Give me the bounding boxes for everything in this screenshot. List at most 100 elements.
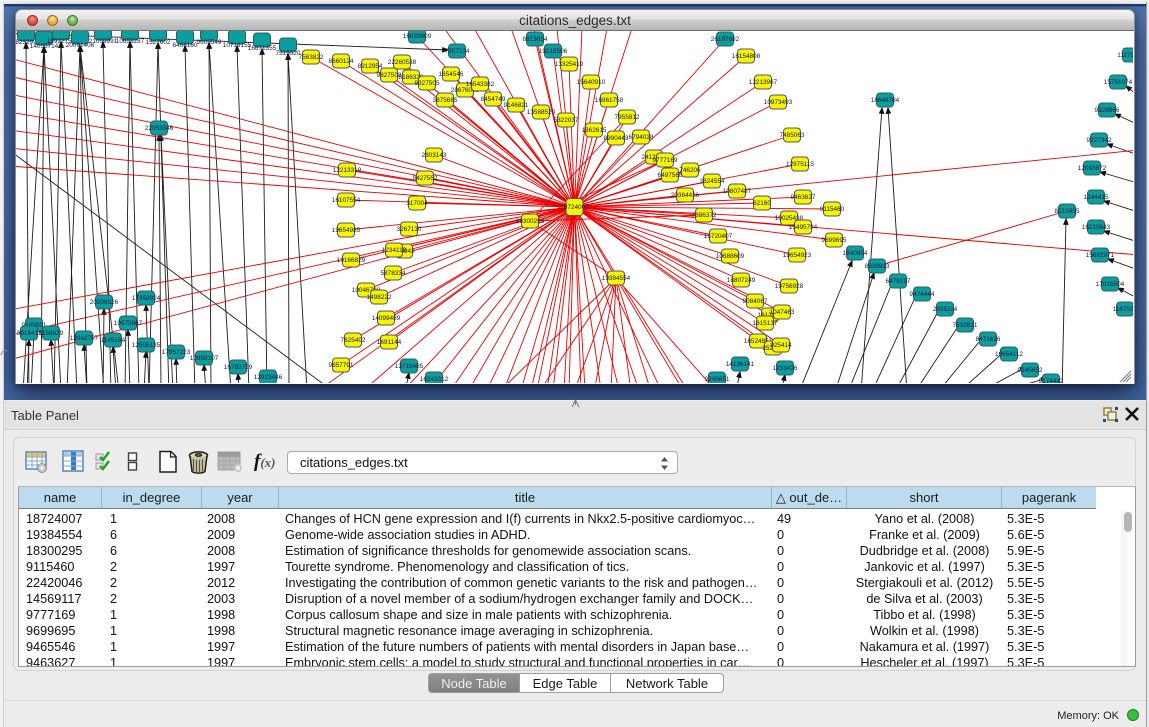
svg-text:19166829: 19166829: [337, 257, 366, 264]
svg-text:1691144: 1691144: [377, 339, 402, 346]
svg-text:13325419: 13325419: [555, 61, 584, 68]
svg-text:13716485: 13716485: [395, 363, 424, 370]
svg-text:5878334: 5878334: [381, 270, 406, 277]
svg-text:16782759: 16782759: [224, 364, 253, 371]
svg-text:12093872: 12093872: [1078, 165, 1107, 172]
svg-text:2803143: 2803143: [422, 152, 447, 159]
svg-text:1362615: 1362615: [582, 127, 607, 134]
svg-text:12942757: 12942757: [70, 335, 99, 342]
svg-text:12923446: 12923446: [254, 374, 283, 381]
svg-text:15720407: 15720407: [704, 233, 733, 240]
svg-text:13588520: 13588520: [527, 109, 556, 116]
svg-text:8990443: 8990443: [604, 135, 629, 142]
svg-text:16671355: 16671355: [248, 45, 277, 52]
svg-text:10688609: 10688609: [716, 253, 745, 260]
svg-text:9174442: 9174442: [1039, 378, 1064, 383]
svg-text:22053346: 22053346: [145, 125, 174, 132]
svg-text:16033809: 16033809: [403, 33, 432, 40]
svg-text:15692971: 15692971: [1086, 252, 1115, 259]
svg-text:925414: 925414: [770, 342, 792, 349]
svg-text:8215955: 8215955: [1055, 208, 1080, 215]
svg-text:9245651: 9245651: [705, 376, 730, 383]
svg-text:1145194: 1145194: [101, 337, 126, 344]
svg-text:7625402: 7625402: [341, 337, 366, 344]
svg-text:17957223: 17957223: [162, 349, 191, 356]
svg-text:16107554: 16107554: [332, 197, 361, 204]
svg-text:1640954: 1640954: [843, 250, 868, 257]
svg-text:19975867: 19975867: [114, 320, 143, 327]
svg-text:7515520: 7515520: [276, 50, 301, 57]
svg-text:1047463: 1047463: [770, 309, 795, 316]
svg-text:9474444: 9474444: [910, 291, 935, 298]
svg-text:11179001: 11179001: [1117, 52, 1133, 59]
svg-text:12505135: 12505135: [132, 342, 161, 349]
svg-text:8813054: 8813054: [523, 36, 548, 43]
svg-text:19384554: 19384554: [602, 275, 631, 282]
svg-text:1244415: 1244415: [1084, 194, 1109, 201]
svg-text:10654112: 10654112: [995, 351, 1023, 358]
svg-text:9227342: 9227342: [1087, 137, 1112, 144]
svg-text:1498222: 1498222: [367, 294, 392, 301]
svg-text:1615137: 1615137: [753, 320, 778, 327]
svg-text:17359924: 17359924: [132, 295, 161, 302]
svg-text:1233426: 1233426: [773, 365, 798, 372]
svg-text:8912954: 8912954: [358, 63, 383, 70]
svg-text:12975115: 12975115: [786, 161, 814, 168]
svg-text:16154808: 16154808: [732, 53, 761, 60]
svg-text:12213319: 12213319: [333, 167, 362, 174]
svg-text:21059991: 21059991: [89, 38, 118, 45]
svg-text:20206526: 20206526: [90, 299, 119, 306]
svg-text:9329966: 9329966: [1095, 107, 1120, 114]
svg-text:10653287: 10653287: [116, 38, 145, 45]
svg-text:7886372: 7886372: [692, 212, 717, 219]
svg-text:10973493: 10973493: [764, 99, 793, 106]
svg-text:9245652: 9245652: [1018, 367, 1043, 374]
svg-text:19654985: 19654985: [332, 227, 361, 234]
svg-text:9084067: 9084067: [743, 298, 768, 305]
svg-text:15495794: 15495794: [789, 224, 818, 231]
svg-text:9463627: 9463627: [791, 194, 816, 201]
svg-text:7357224: 7357224: [445, 48, 470, 55]
svg-text:9857791: 9857791: [329, 362, 354, 369]
svg-text:62160: 62160: [753, 200, 771, 207]
svg-text:7485063: 7485063: [780, 132, 805, 139]
svg-text:19756928: 19756928: [775, 283, 804, 290]
svg-text:10958107: 10958107: [190, 355, 219, 362]
svg-text:15640910: 15640910: [577, 79, 606, 86]
svg-text:3875685: 3875685: [433, 97, 458, 104]
svg-text:18724007: 18724007: [560, 204, 589, 211]
svg-text:16648784: 16648784: [871, 97, 900, 104]
svg-text:22260538: 22260538: [388, 59, 417, 66]
svg-text:6479197: 6479197: [886, 278, 911, 285]
svg-text:15751074: 15751074: [1104, 79, 1133, 86]
svg-text:1234119: 1234119: [382, 247, 407, 254]
svg-text:5322037: 5322037: [554, 117, 579, 124]
svg-text:746206: 746206: [679, 167, 701, 174]
svg-text:16210643: 16210643: [1082, 224, 1111, 231]
svg-text:3267130: 3267130: [397, 226, 422, 233]
svg-text:18300295: 18300295: [516, 218, 545, 225]
svg-text:8938913: 8938913: [865, 263, 890, 270]
svg-text:12213967: 12213967: [749, 79, 778, 86]
svg-text:9427552: 9427552: [413, 175, 438, 182]
svg-text:17016504: 17016504: [1096, 281, 1125, 288]
svg-text:19218506: 19218506: [539, 48, 568, 55]
svg-text:1654546: 1654546: [439, 71, 464, 78]
svg-text:9605549: 9605549: [197, 39, 222, 46]
svg-text:9115460: 9115460: [820, 206, 845, 213]
svg-text:8471626: 8471626: [976, 336, 1001, 343]
svg-text:7563822: 7563822: [299, 54, 324, 61]
svg-text:16961758: 16961758: [595, 97, 624, 104]
svg-text:26187682: 26187682: [711, 36, 740, 43]
svg-text:3624554: 3624554: [700, 178, 725, 185]
svg-text:8660124: 8660124: [329, 58, 354, 65]
svg-text:20364436: 20364436: [671, 192, 700, 199]
svg-text:1156829: 1156829: [39, 330, 64, 337]
svg-text:16243312: 16243312: [420, 376, 449, 383]
svg-text:9699695: 9699695: [822, 237, 847, 244]
svg-text:7632621: 7632621: [953, 322, 978, 329]
svg-text:317004: 317004: [406, 200, 428, 207]
svg-text:19654923: 19654923: [783, 252, 812, 259]
svg-text:6794028: 6794028: [629, 134, 654, 141]
svg-text:1167533: 1167533: [1113, 306, 1133, 313]
